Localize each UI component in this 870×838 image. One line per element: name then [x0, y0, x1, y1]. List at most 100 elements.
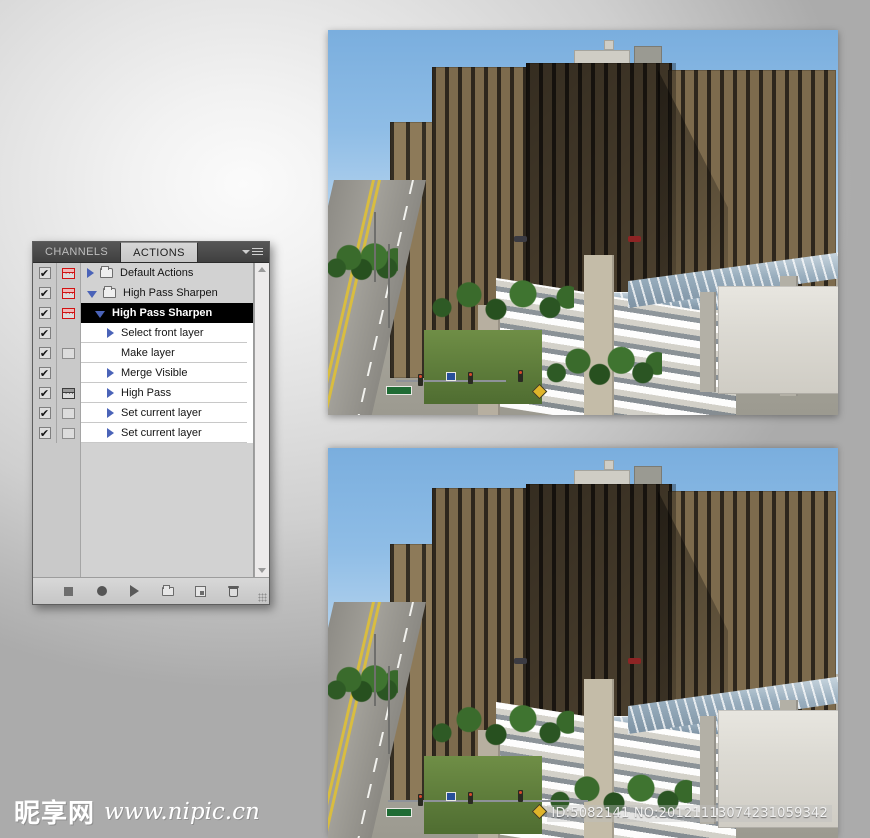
- traffic-signal: [468, 372, 473, 384]
- table-row[interactable]: ✔ Make layer: [33, 343, 253, 363]
- row-label: High Pass Sharpen: [123, 287, 218, 299]
- stop-icon: [64, 586, 73, 596]
- panel-menu-icon[interactable]: [242, 246, 263, 257]
- street-sign: [446, 372, 456, 381]
- expand-triangle-icon[interactable]: [87, 268, 94, 278]
- toggle-item-on-checkbox[interactable]: ✔: [33, 383, 57, 403]
- create-new-action-button[interactable]: [193, 584, 208, 599]
- new-folder-icon: [161, 584, 174, 596]
- row-content[interactable]: Set current layer: [81, 423, 253, 443]
- table-row[interactable]: ✔ ··· Default Actions: [33, 263, 253, 283]
- record-icon: [96, 586, 107, 596]
- delete-button[interactable]: [226, 584, 241, 599]
- play-selection-button[interactable]: [127, 584, 142, 599]
- expand-triangle-icon[interactable]: [107, 328, 114, 338]
- table-row-selected[interactable]: ✔ ··· High Pass Sharpen: [33, 303, 253, 323]
- car: [514, 236, 527, 242]
- roof-vent: [604, 460, 614, 470]
- chevron-down-icon: [242, 249, 250, 254]
- after-photo[interactable]: ID:5082141 NO:20121113074231059342: [328, 448, 838, 838]
- watermark-url: www.nipic.cn: [104, 798, 260, 825]
- toggle-dialog-checkbox[interactable]: [57, 423, 81, 443]
- table-row[interactable]: ✔ Merge Visible: [33, 363, 253, 383]
- expand-triangle-icon[interactable]: [107, 388, 114, 398]
- toggle-item-on-checkbox[interactable]: ✔: [33, 263, 57, 283]
- toggle-dialog-checkbox[interactable]: [57, 363, 81, 383]
- row-label: High Pass Sharpen: [112, 307, 213, 319]
- trees: [542, 326, 662, 404]
- skybridge-pylon: [700, 292, 716, 392]
- street-sign: [386, 808, 412, 817]
- collapse-triangle-icon[interactable]: [87, 290, 97, 298]
- scroll-down-arrow-icon[interactable]: [258, 568, 266, 573]
- row-content[interactable]: Default Actions: [81, 263, 253, 283]
- table-row[interactable]: ✔ Set current layer: [33, 423, 253, 443]
- toggle-item-on-checkbox[interactable]: ✔: [33, 343, 57, 363]
- toggle-dialog-checkbox[interactable]: ···: [57, 283, 81, 303]
- table-row[interactable]: ✔ ··· High Pass Sharpen: [33, 283, 253, 303]
- light-pole: [388, 244, 390, 328]
- concrete-deck: [718, 286, 838, 394]
- toggle-item-on-checkbox[interactable]: ✔: [33, 423, 57, 443]
- collapse-triangle-icon[interactable]: [95, 310, 105, 318]
- street-sign: [446, 792, 456, 801]
- car: [628, 236, 641, 242]
- actions-list[interactable]: ✔ ··· Default Actions ✔ ··· High Pass Sh…: [33, 263, 254, 577]
- traffic-signal: [468, 792, 473, 804]
- image-id-stamp: ID:5082141 NO:20121113074231059342: [547, 805, 832, 822]
- actions-panel[interactable]: CHANNELS ACTIONS ✔ ··· Default Actions ✔…: [32, 241, 270, 605]
- row-content[interactable]: High Pass Sharpen: [81, 303, 253, 323]
- action-set-folder-icon: [103, 286, 116, 298]
- toggle-dialog-checkbox[interactable]: ···: [57, 383, 81, 403]
- row-label: High Pass: [121, 387, 172, 399]
- row-label: Default Actions: [120, 267, 194, 279]
- toggle-dialog-checkbox[interactable]: ···: [57, 263, 81, 283]
- before-photo[interactable]: [328, 30, 838, 415]
- photo-scene: ID:5082141 NO:20121113074231059342: [328, 448, 838, 838]
- table-row[interactable]: ✔ Select front layer: [33, 323, 253, 343]
- trash-icon: [228, 585, 239, 597]
- row-content[interactable]: Set current layer: [81, 403, 253, 423]
- car: [514, 658, 527, 664]
- row-content[interactable]: Select front layer: [81, 323, 253, 343]
- expand-triangle-icon[interactable]: [107, 408, 114, 418]
- toggle-item-on-checkbox[interactable]: ✔: [33, 283, 57, 303]
- street-sign: [386, 386, 412, 395]
- toggle-dialog-checkbox[interactable]: [57, 403, 81, 423]
- row-label: Merge Visible: [121, 367, 188, 379]
- row-content[interactable]: High Pass Sharpen: [81, 283, 253, 303]
- play-icon: [130, 585, 139, 597]
- expand-triangle-icon[interactable]: [107, 428, 114, 438]
- roof-mechanical: [634, 466, 662, 486]
- tab-actions[interactable]: ACTIONS: [120, 242, 198, 262]
- row-content[interactable]: High Pass: [81, 383, 253, 403]
- row-content[interactable]: Make layer: [81, 343, 253, 363]
- resize-grip[interactable]: [258, 593, 267, 602]
- toggle-item-on-checkbox[interactable]: ✔: [33, 363, 57, 383]
- toggle-dialog-checkbox[interactable]: [57, 323, 81, 343]
- actions-scrollbar[interactable]: [254, 263, 269, 577]
- car: [628, 658, 641, 664]
- begin-recording-button[interactable]: [94, 584, 109, 599]
- stop-playing-button[interactable]: [61, 584, 76, 599]
- toggle-item-on-checkbox[interactable]: ✔: [33, 323, 57, 343]
- row-label: Set current layer: [121, 407, 202, 419]
- table-row[interactable]: ✔ ··· High Pass: [33, 383, 253, 403]
- toggle-dialog-checkbox[interactable]: ···: [57, 303, 81, 323]
- traffic-signal: [418, 374, 423, 386]
- toggle-item-on-checkbox[interactable]: ✔: [33, 403, 57, 423]
- actions-list-body: ✔ ··· Default Actions ✔ ··· High Pass Sh…: [33, 263, 269, 577]
- row-content[interactable]: Merge Visible: [81, 363, 253, 383]
- create-new-set-button[interactable]: [160, 584, 175, 599]
- scroll-up-arrow-icon[interactable]: [258, 267, 266, 272]
- toggle-item-on-checkbox[interactable]: ✔: [33, 303, 57, 323]
- photo-scene: [328, 30, 838, 415]
- toggle-dialog-checkbox[interactable]: [57, 343, 81, 363]
- table-row[interactable]: ✔ Set current layer: [33, 403, 253, 423]
- tab-channels[interactable]: CHANNELS: [33, 242, 120, 262]
- hamburger-icon: [252, 246, 263, 257]
- watermark-brand: 昵享网: [14, 799, 96, 829]
- row-label: Make layer: [121, 347, 175, 359]
- expand-triangle-icon[interactable]: [107, 368, 114, 378]
- panel-tab-bar: CHANNELS ACTIONS: [33, 242, 269, 263]
